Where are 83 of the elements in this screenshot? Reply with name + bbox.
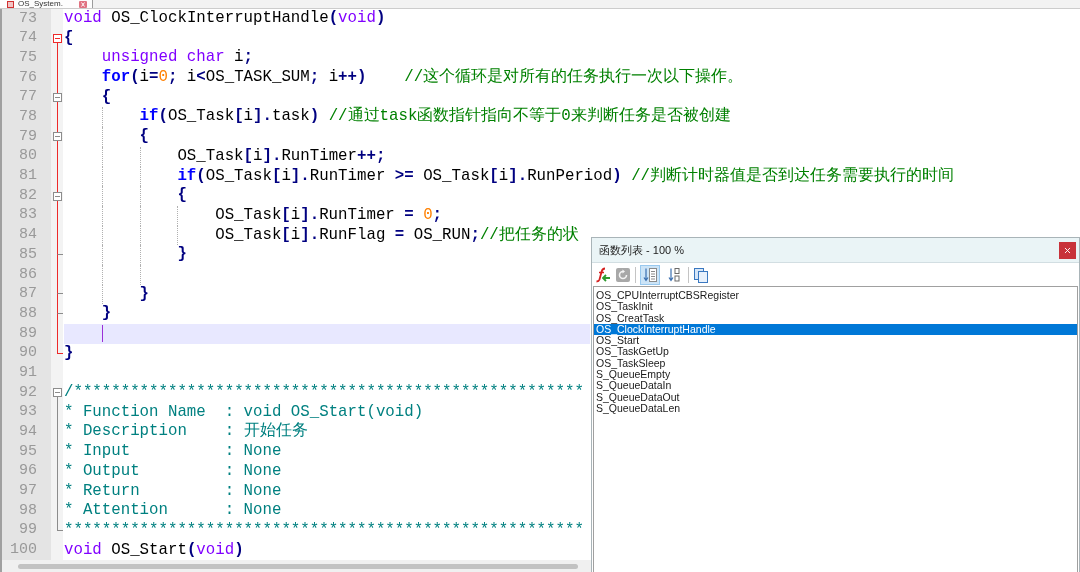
copy-icon[interactable] [693, 266, 709, 283]
sort-arrow-icon [668, 266, 680, 283]
panel-title: 函数列表 - 100 % [599, 242, 684, 258]
function-list-item[interactable]: OS_CPUInterruptCBSRegister [594, 290, 1077, 302]
line-number: 84 [19, 225, 37, 246]
line-number: 90 [19, 343, 37, 364]
code-line: * Attention : None [64, 500, 282, 522]
code-line: } [64, 342, 74, 364]
function-list-item[interactable]: OS_CreatTask [594, 312, 1077, 324]
code-line: * Input : None [64, 441, 282, 463]
code-line: * Description : 开始任务 [64, 421, 308, 443]
minus-box-icon[interactable] [53, 191, 62, 201]
function-list-item[interactable]: OS_TaskSleep [594, 357, 1077, 370]
jump-arrow-icon[interactable] [595, 266, 611, 283]
line-number: 95 [19, 441, 37, 462]
code-line: if(OS_Task[i].task) //通过task函数指针指向不等于0来判断任务是否被创建 [139, 105, 731, 128]
code-line: OS_Task[i].RunTimer++; [177, 145, 386, 167]
line-number: 99 [19, 520, 37, 541]
code-line: } [139, 283, 150, 305]
line-number: 78 [19, 107, 37, 128]
line-number: 85 [19, 244, 37, 265]
code-line: * Output : None [64, 460, 282, 482]
code-line: { [139, 126, 150, 148]
minus-box-icon[interactable] [53, 34, 62, 44]
code-line: for(i=0; i<OS_TASK_SUM; i++) //这个循环是对所有的任务执行一次以下操作。 [101, 66, 744, 89]
line-number: 97 [19, 481, 37, 502]
function-list-item[interactable]: S_QueueDataIn [594, 380, 1077, 392]
function-list-item[interactable]: S_QueueDataOut [594, 391, 1077, 403]
minus-box-icon[interactable] [53, 132, 62, 142]
code-line: } [101, 303, 112, 325]
line-number: 79 [19, 126, 37, 147]
file-icon [7, 0, 14, 8]
code-line: * Return : None [64, 480, 282, 502]
line-number: 74 [19, 28, 37, 49]
reload-icon[interactable] [615, 266, 631, 283]
close-button[interactable] [1059, 241, 1076, 259]
function-list-item[interactable]: S_QueueDataLen [594, 402, 1077, 415]
code-line: OS_Task[i].RunTimer = 0; [215, 204, 443, 226]
scrollbar-thumb[interactable] [18, 563, 578, 569]
code-line: void OS_Start(void) [64, 539, 244, 561]
line-number: 92 [19, 382, 37, 403]
close-icon[interactable] [79, 0, 87, 8]
code-line: void OS_ClockInterruptHandle(void) [64, 8, 386, 30]
sort-button[interactable] [640, 264, 660, 285]
line-number: 87 [19, 284, 37, 305]
line-number: 100 [10, 540, 37, 561]
code-line: * Function Name : void OS_Start(void) [64, 401, 424, 422]
line-number: 73 [19, 8, 37, 29]
line-number: 81 [19, 166, 37, 187]
function-list-item[interactable]: OS_Start [594, 335, 1077, 347]
line-number: 76 [19, 67, 37, 88]
line-number: 77 [19, 87, 37, 108]
line-number: 82 [19, 185, 37, 206]
function-list-item[interactable]: OS_ClockInterruptHandle [594, 323, 1077, 336]
code-line: { [101, 86, 112, 108]
line-number: 91 [19, 362, 37, 383]
line-number: 93 [19, 402, 37, 423]
line-number: 75 [19, 47, 37, 68]
code-line: { [177, 185, 187, 207]
text-cursor [101, 325, 104, 343]
function-list-item[interactable]: OS_TaskInit [594, 301, 1077, 313]
code-line: OS_Task[i].RunFlag = OS_RUN;//把任务的状 [215, 224, 579, 246]
line-number: 88 [19, 303, 37, 324]
line-number: 83 [19, 205, 37, 226]
code-line: ******************************************************* [64, 519, 584, 541]
code-line: /****************************************************** [64, 382, 584, 404]
code-line: { [64, 27, 74, 49]
line-number: 89 [19, 323, 37, 344]
function-list-item[interactable]: S_QueueEmpty [594, 369, 1077, 381]
function-list-item[interactable]: OS_TaskGetUp [594, 346, 1077, 358]
code-line: unsigned char i; [101, 47, 254, 69]
list-order-icon [643, 266, 657, 283]
close-icon [1063, 245, 1072, 255]
line-number: 86 [19, 264, 37, 285]
line-number: 96 [19, 461, 37, 482]
line-number: 94 [19, 422, 37, 443]
code-line: if(OS_Task[i].RunTimer >= OS_Task[i].RunPeriod) //判断计时器值是否到达任务需要执行的时间 [177, 165, 955, 187]
minus-box-icon[interactable] [53, 93, 62, 103]
minus-box-icon[interactable] [53, 388, 62, 398]
line-number: 80 [19, 146, 37, 167]
file-tab[interactable]: OS_System. [0, 0, 93, 8]
code-line: } [177, 244, 187, 266]
line-number: 98 [19, 500, 37, 521]
